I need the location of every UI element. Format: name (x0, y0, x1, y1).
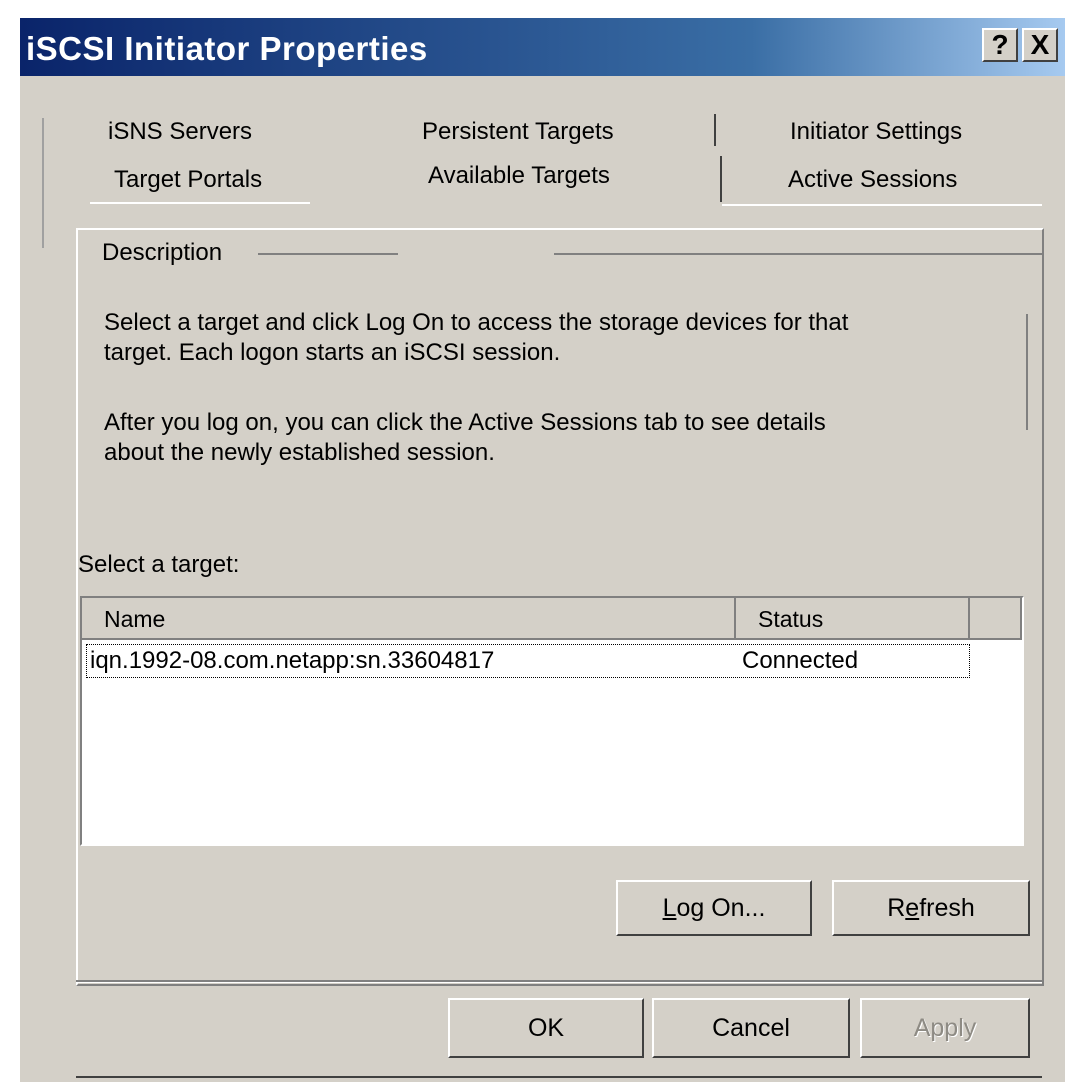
description-group-label: Description (102, 239, 223, 266)
close-icon: X (1030, 29, 1050, 60)
dialog-separator-highlight (76, 982, 1042, 983)
refresh-label: Refresh (887, 894, 975, 922)
tab-edge (42, 118, 44, 248)
groupbox-border (258, 253, 398, 255)
column-header-name[interactable]: Name (82, 598, 736, 640)
groupbox-border (554, 253, 1042, 255)
ok-label: OK (527, 1014, 565, 1042)
column-header-status[interactable]: Status (736, 598, 970, 640)
help-button[interactable]: ? (982, 28, 1018, 62)
refresh-button[interactable]: Refresh (832, 880, 1030, 936)
column-header-filler (970, 598, 1022, 640)
tab-target-portals[interactable]: Target Portals (114, 166, 262, 194)
help-icon: ? (991, 29, 1009, 60)
ok-button[interactable]: OK (448, 998, 644, 1058)
tab-initiator-settings[interactable]: Initiator Settings (790, 118, 962, 146)
description-text: about the newly established session. (104, 439, 495, 466)
close-button[interactable]: X (1022, 28, 1058, 62)
groupbox-border (1026, 314, 1028, 430)
description-text: After you log on, you can click the Acti… (104, 409, 826, 436)
tab-edge-highlight (90, 202, 310, 204)
cancel-button[interactable]: Cancel (652, 998, 850, 1058)
tab-edge-highlight (722, 204, 1042, 206)
window-bottom-edge (76, 1076, 1042, 1078)
tab-active-sessions[interactable]: Active Sessions (788, 166, 957, 194)
select-target-label: Select a target: (78, 551, 240, 578)
window-title: iSCSI Initiator Properties (26, 30, 428, 67)
log-on-button[interactable]: Log On... (616, 880, 812, 936)
tab-isns-servers[interactable]: iSNS Servers (108, 118, 252, 146)
apply-button[interactable]: Apply (860, 998, 1030, 1058)
tab-persistent-targets[interactable]: Persistent Targets (422, 118, 614, 146)
cancel-label: Cancel (712, 1014, 790, 1042)
tab-divider (720, 156, 722, 202)
target-name-cell: iqn.1992-08.com.netapp:sn.33604817 (90, 647, 495, 674)
log-on-label: Log On... (662, 894, 766, 922)
tab-divider (714, 114, 716, 146)
description-text: Select a target and click Log On to acce… (104, 309, 849, 336)
iscsi-properties-dialog: iSCSI Initiator Properties ? X iSNS Serv… (18, 16, 1065, 1082)
targets-list[interactable]: Name Status iqn.1992-08.com.netapp:sn.33… (80, 596, 1024, 846)
tab-available-targets[interactable]: Available Targets (428, 162, 610, 190)
apply-label: Apply (913, 1014, 977, 1042)
description-text: target. Each logon starts an iSCSI sessi… (104, 339, 561, 366)
title-bar[interactable]: iSCSI Initiator Properties ? X (20, 18, 1065, 76)
target-status-cell: Connected (742, 647, 859, 674)
